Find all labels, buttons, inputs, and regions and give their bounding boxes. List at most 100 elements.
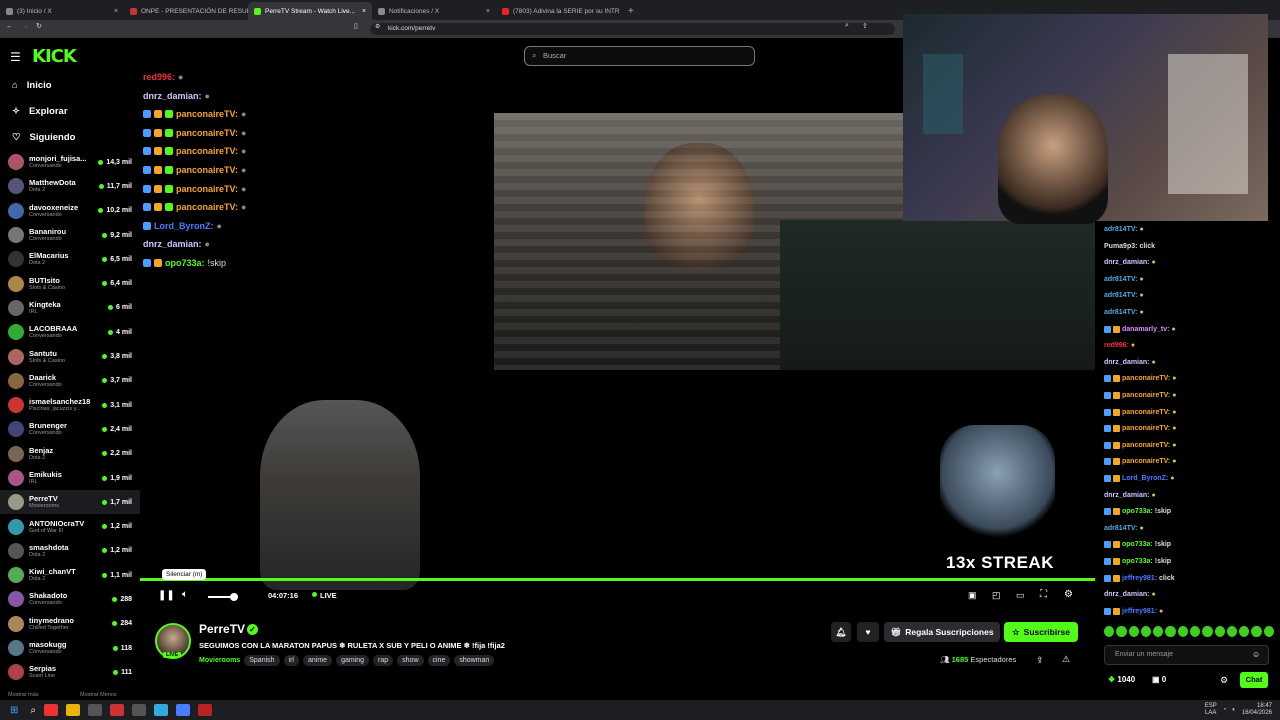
sidebar-channel[interactable]: Benjaz Dota 2 2,2 mil <box>0 442 140 466</box>
sidebar-channel[interactable]: ismaelsanchez18 Piscinas, jacuzzis y... 3,… <box>0 393 140 417</box>
emote-icon[interactable] <box>1140 626 1152 637</box>
show-less-link[interactable]: Mostrar Menos <box>80 692 117 698</box>
forward-icon[interactable]: → <box>22 23 29 30</box>
emote-icon[interactable] <box>1214 626 1225 637</box>
kick-logo[interactable]: KICK <box>32 46 77 67</box>
sidebar-channel[interactable]: davooxeneize Conversando 10,2 mil <box>0 199 140 223</box>
sidebar-channel[interactable]: Bananirou Conversando 9,2 mil <box>0 223 140 247</box>
browser-tab[interactable]: ONPE - PRESENTACIÓN DE RESULTA...× <box>124 2 248 20</box>
emote-icon[interactable] <box>1128 626 1139 637</box>
emote-icon[interactable] <box>1165 626 1176 637</box>
bell-icon[interactable]: 🔔︎ <box>831 622 851 642</box>
subscribe-button[interactable]: ☆ Suscribirse <box>1004 622 1078 642</box>
emote-icon[interactable] <box>1189 626 1201 637</box>
share-icon[interactable]: ⇪ <box>862 22 868 30</box>
sidebar-channel[interactable]: smashdota Dota 2 1,2 mil <box>0 539 140 563</box>
browser-tab[interactable]: Notificaciones / X × <box>372 2 496 20</box>
sidebar-channel[interactable]: tinymedrano Chilled Together 284 <box>0 612 140 636</box>
show-more-link[interactable]: Mostrar más <box>8 692 39 698</box>
sidebar-channel[interactable]: ANTONIOcraTV God of War III 1,2 mil <box>0 514 140 538</box>
tag-chip[interactable]: Spanish <box>244 655 280 666</box>
taskbar-app6-icon[interactable] <box>198 704 212 716</box>
emote-icon[interactable] <box>1202 626 1213 637</box>
taskbar-search-icon[interactable]: ⌕ <box>30 705 36 716</box>
windows-start-icon[interactable]: ⊞ <box>10 705 18 716</box>
sidebar-channel[interactable]: Santutu Slots & Casino 3,8 mil <box>0 344 140 368</box>
gift-subs-button[interactable]: 🎁︎ Regala Suscripciones <box>884 622 1000 642</box>
reload-icon[interactable]: ↻ <box>36 22 42 30</box>
bookmark-icon[interactable]: ▯ <box>354 22 358 30</box>
sidebar-item-inicio[interactable]: ⌂ Inicio <box>0 72 140 98</box>
sidebar-channel[interactable]: Shakadoto Conversando 288 <box>0 587 140 611</box>
sidebar-channel[interactable]: LACOBRAAA Conversando 4 mil <box>0 320 140 344</box>
sidebar-channel[interactable]: monjori_fujisa... Conversando 14,3 mil <box>0 150 140 174</box>
sidebar-channel[interactable]: PerreTV Movierooms 1,7 mil <box>0 490 140 515</box>
sidebar-item-explorar[interactable]: ✧ Explorar <box>0 98 140 124</box>
close-tab-icon[interactable]: × <box>486 8 490 15</box>
sidebar-channel[interactable]: Kiwi_chanVT Dota 2 1,1 mil <box>0 563 140 587</box>
sidebar-channel[interactable]: Daarick Conversando 3,7 mil <box>0 369 140 393</box>
sidebar-channel[interactable]: Brunenger Conversando 2,4 mil <box>0 417 140 441</box>
category-link[interactable]: Movierooms <box>199 655 240 666</box>
back-icon[interactable]: ← <box>6 23 13 30</box>
fullscreen-icon[interactable]: ⛶ <box>1040 589 1047 600</box>
chat-input[interactable]: Enviar un mensaje <box>1104 645 1269 665</box>
theater-icon[interactable]: ▭ <box>1016 590 1025 601</box>
channel-name[interactable]: PerreTV <box>199 622 245 636</box>
url-field[interactable]: kick.com/perretv <box>370 23 895 35</box>
progress-bar[interactable] <box>140 578 1095 581</box>
tag-chip[interactable]: rap <box>373 655 394 666</box>
zoom-icon[interactable]: ⌕ <box>845 22 849 30</box>
emote-icon[interactable] <box>1251 626 1262 637</box>
emote-icon[interactable] <box>1239 626 1250 637</box>
report-icon[interactable]: ⚠ <box>1062 654 1070 665</box>
tag-chip[interactable]: showman <box>454 655 495 666</box>
taskbar-app-icon[interactable] <box>88 704 102 716</box>
tag-chip[interactable]: cine <box>427 655 451 666</box>
emote-icon[interactable] <box>1104 626 1115 637</box>
taskbar-app4-icon[interactable] <box>154 704 168 716</box>
emote-icon[interactable] <box>1177 626 1188 637</box>
site-info-icon[interactable]: ⚙ <box>375 23 380 30</box>
emote-icon[interactable] <box>1263 626 1274 637</box>
volume-knob[interactable] <box>230 593 238 601</box>
chat-send-button[interactable]: Chat <box>1240 672 1268 688</box>
emote-icon[interactable] <box>1226 626 1238 637</box>
tag-chip[interactable]: anime <box>302 655 333 666</box>
taskbar-browser-icon[interactable] <box>44 704 58 716</box>
clip-icon[interactable]: ▣ <box>968 590 977 601</box>
tag-chip[interactable]: irl <box>283 655 299 666</box>
sidebar-channel[interactable]: Kingteka IRL 6 mil <box>0 296 140 320</box>
emote-icon[interactable] <box>1153 626 1164 637</box>
search-input[interactable]: Buscar <box>524 46 755 66</box>
browser-tab[interactable]: PerreTV Stream - Watch Live... × <box>248 2 372 20</box>
menu-icon[interactable]: ☰ <box>10 50 21 64</box>
share-channel-icon[interactable]: ⇪ <box>1036 655 1044 666</box>
browser-tab[interactable]: (7803) Adivina la SERIE por su INTRO...× <box>496 2 620 20</box>
pip-icon[interactable]: ◰ <box>992 590 1001 601</box>
emoji-icon[interactable]: ☺ <box>1252 650 1260 659</box>
sidebar-channel[interactable]: Emikukis IRL 1,9 mil <box>0 466 140 490</box>
emote-icon[interactable] <box>1116 626 1127 637</box>
close-tab-icon[interactable]: × <box>362 8 366 15</box>
sidebar-channel[interactable]: masokugg Conversando 118 <box>0 636 140 660</box>
sidebar-channel[interactable]: Serpias Scam Line 111 <box>0 660 140 684</box>
sidebar-channel[interactable]: MatthewDota Dota 2 11,7 mil <box>0 174 140 198</box>
sidebar-channel[interactable]: ElMacarius Dota 2 6,5 mil <box>0 247 140 271</box>
taskbar-app2-icon[interactable] <box>110 704 124 716</box>
sidebar-channel[interactable]: BUTIsito Slots & Casino 6,4 mil <box>0 271 140 295</box>
taskbar-app3-icon[interactable] <box>132 704 146 716</box>
tag-chip[interactable]: show <box>397 655 424 666</box>
volume-icon[interactable]: 🔈︎ <box>182 589 188 600</box>
wifi-icon[interactable]: ◔ <box>1223 707 1227 713</box>
taskbar-app5-icon[interactable] <box>176 704 190 716</box>
tag-chip[interactable]: gaming <box>336 655 370 666</box>
close-tab-icon[interactable]: × <box>114 8 118 15</box>
follow-heart-icon[interactable]: ♥ <box>857 622 879 642</box>
taskbar-folder-icon[interactable] <box>66 704 80 716</box>
new-tab-icon[interactable]: + <box>628 6 634 17</box>
volume-tray-icon[interactable]: 🔈︎ <box>1232 707 1236 714</box>
pause-icon[interactable]: ❚❚ <box>158 590 175 601</box>
chat-settings-icon[interactable]: ⚙ <box>1220 675 1228 686</box>
settings-icon[interactable]: ⚙ <box>1064 589 1073 600</box>
